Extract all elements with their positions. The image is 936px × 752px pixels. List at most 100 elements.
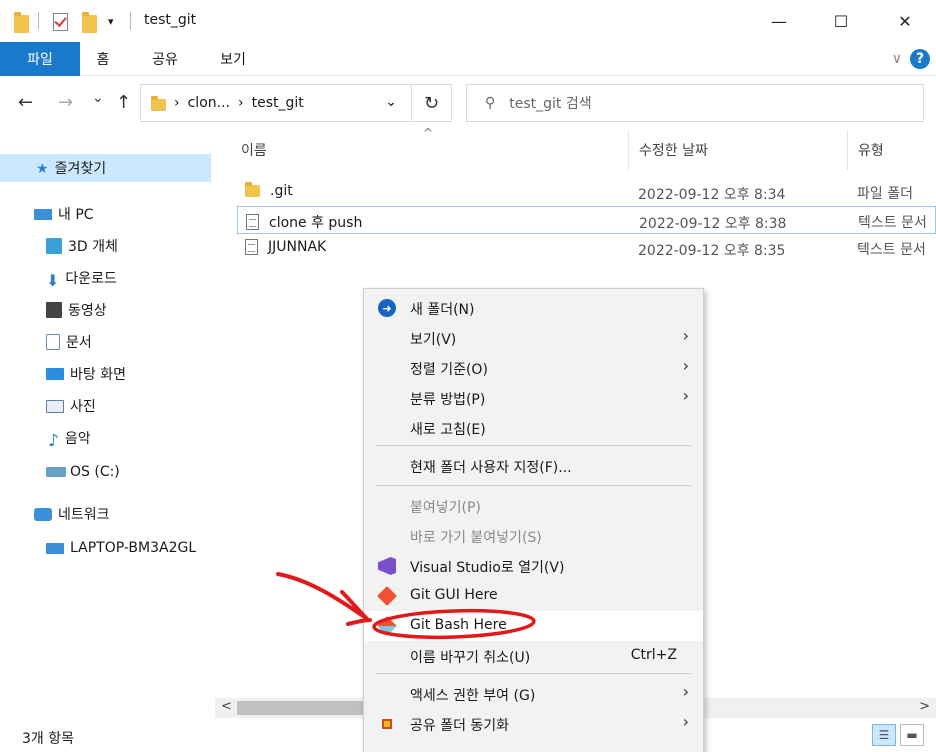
- refresh-button[interactable]: ↻: [412, 84, 452, 122]
- recent-locations-icon[interactable]: ⌄: [92, 90, 104, 106]
- sidebar-item-3d-objects[interactable]: 3D 개체: [0, 232, 215, 260]
- menu-item-new-folder[interactable]: ➜ 새 폴더(N): [364, 293, 703, 323]
- sidebar-item-music[interactable]: ♪ 음악: [0, 424, 215, 452]
- sidebar-item-this-pc[interactable]: 내 PC: [0, 200, 215, 228]
- desktop-icon: [46, 368, 64, 380]
- search-box[interactable]: ⚲ test_git 검색: [466, 84, 924, 122]
- column-divider[interactable]: [847, 130, 848, 170]
- sidebar-item-os-drive[interactable]: OS (C:): [0, 458, 215, 486]
- minimize-button[interactable]: —: [748, 0, 810, 42]
- sidebar-item-label: 동영상: [68, 303, 107, 319]
- sidebar-item-label: 내 PC: [58, 207, 94, 223]
- breadcrumb-separator: ›: [238, 95, 244, 111]
- submenu-arrow-icon: ›: [682, 712, 689, 731]
- maximize-button[interactable]: ☐: [810, 0, 872, 42]
- menu-item-group-by[interactable]: 분류 방법(P) ›: [364, 383, 703, 413]
- sync-folder-icon: [382, 719, 392, 729]
- menu-item-open-visual-studio[interactable]: Visual Studio로 열기(V): [364, 551, 703, 581]
- document-icon: [46, 334, 60, 350]
- column-label: 유형: [858, 143, 884, 159]
- column-header-type[interactable]: 유형: [858, 130, 936, 170]
- scroll-left-icon[interactable]: <: [221, 699, 232, 714]
- refresh-icon: ↻: [423, 92, 440, 114]
- sidebar-item-label: LAPTOP-BM3A2GL: [70, 540, 197, 556]
- submenu-arrow-icon: ›: [682, 682, 689, 701]
- column-label: 이름: [241, 143, 267, 159]
- menu-item-view[interactable]: 보기(V) ›: [364, 323, 703, 353]
- sidebar-item-downloads[interactable]: ⬇ 다운로드: [0, 264, 215, 292]
- pictures-icon: [46, 399, 64, 413]
- navigation-pane: ★ 즐겨찾기 내 PC 3D 개체 ⬇ 다운로드 동영상 문서 바탕 화면 사진…: [0, 130, 215, 720]
- menu-item-undo-rename[interactable]: 이름 바꾸기 취소(U) Ctrl+Z: [364, 641, 703, 671]
- properties-icon[interactable]: [53, 13, 68, 31]
- context-menu: ➜ 새 폴더(N) 보기(V) › 정렬 기준(O) › 분류 방법(P) › …: [363, 288, 704, 752]
- menu-item-label: 바로 가기 붙여넣기(S): [410, 530, 542, 546]
- up-button[interactable]: ↑: [116, 92, 131, 113]
- breadcrumb-item[interactable]: test_git: [252, 95, 304, 111]
- menu-item-label: Git GUI Here: [410, 587, 498, 603]
- menu-item-git-bash[interactable]: Git Bash Here: [364, 611, 703, 641]
- computer-icon: [46, 542, 64, 554]
- address-bar[interactable]: › clon... › test_git ⌄: [140, 84, 412, 122]
- scroll-right-icon[interactable]: >: [919, 699, 930, 714]
- menu-item-give-access[interactable]: 액세스 권한 부여 (G) ›: [364, 679, 703, 709]
- file-row-jjunnak[interactable]: JJUNNAK 2022-09-12 오후 8:35 텍스트 문서: [237, 234, 936, 262]
- sidebar-item-label: 3D 개체: [68, 239, 118, 255]
- search-placeholder: test_git 검색: [509, 96, 592, 112]
- sidebar-item-network[interactable]: 네트워크: [0, 500, 215, 528]
- quick-access-dropdown-icon[interactable]: ▾: [108, 12, 114, 30]
- close-button[interactable]: ✕: [874, 0, 936, 42]
- column-divider[interactable]: [628, 130, 629, 170]
- large-icons-view-icon[interactable]: ▬: [900, 724, 924, 746]
- tab-home[interactable]: 홈: [84, 42, 122, 76]
- file-name: JJUNNAK: [268, 239, 327, 255]
- menu-item-sync-shared-folder[interactable]: 공유 폴더 동기화 ›: [364, 709, 703, 739]
- window-title: test_git: [144, 12, 197, 28]
- sidebar-item-desktop[interactable]: 바탕 화면: [0, 360, 215, 388]
- sidebar-item-favorites[interactable]: ★ 즐겨찾기: [0, 154, 211, 182]
- menu-item-paste: 붙여넣기(P): [364, 491, 703, 521]
- tab-view[interactable]: 보기: [206, 42, 260, 76]
- menu-item-sort-by[interactable]: 정렬 기준(O) ›: [364, 353, 703, 383]
- menu-item-label: 이름 바꾸기 취소(U): [410, 650, 531, 666]
- network-icon: [34, 507, 52, 521]
- search-icon: ⚲: [485, 95, 496, 111]
- visual-studio-icon: [378, 557, 396, 575]
- forward-button[interactable]: →: [58, 92, 73, 113]
- details-view-icon[interactable]: ☰: [872, 724, 896, 746]
- file-row-clone-push[interactable]: clone 후 push 2022-09-12 오후 8:38 텍스트 문서: [237, 206, 936, 234]
- sidebar-item-label: 네트워크: [58, 507, 110, 523]
- sidebar-item-pictures[interactable]: 사진: [0, 392, 215, 420]
- music-icon: ♪: [48, 431, 59, 451]
- tab-share[interactable]: 공유: [140, 42, 190, 76]
- menu-item-customize-folder[interactable]: 현재 폴더 사용자 지정(F)...: [364, 451, 703, 481]
- new-folder-quick-icon[interactable]: [82, 12, 97, 33]
- menu-separator: [376, 445, 691, 446]
- text-file-icon: [246, 214, 259, 230]
- menu-item-label: 보기(V): [410, 332, 457, 348]
- tab-file[interactable]: 파일: [0, 42, 80, 76]
- menu-item-git-gui[interactable]: Git GUI Here: [364, 581, 703, 611]
- address-dropdown-icon[interactable]: ⌄: [385, 94, 397, 110]
- submenu-arrow-icon: ›: [682, 356, 689, 375]
- sidebar-item-label: 다운로드: [65, 271, 117, 287]
- help-icon[interactable]: ?: [910, 49, 930, 69]
- item-count: 3개 항목: [22, 731, 74, 747]
- back-button[interactable]: ←: [18, 92, 33, 113]
- column-header-name[interactable]: 이름: [241, 130, 631, 170]
- menu-item-label: Visual Studio로 열기(V): [410, 560, 565, 576]
- menu-item-label: 정렬 기준(O): [410, 362, 488, 378]
- sidebar-item-videos[interactable]: 동영상: [0, 296, 215, 324]
- star-icon: ★: [36, 161, 49, 177]
- sidebar-item-laptop[interactable]: LAPTOP-BM3A2GL: [0, 534, 215, 562]
- new-folder-icon: ➜: [378, 299, 396, 317]
- git-gui-icon: [377, 586, 397, 606]
- column-header-date[interactable]: 수정한 날짜: [639, 130, 847, 170]
- menu-item-label: Git Bash Here: [410, 617, 507, 633]
- menu-item-refresh[interactable]: 새로 고침(E): [364, 413, 703, 443]
- expand-ribbon-icon[interactable]: ∨: [892, 51, 902, 67]
- file-row-git[interactable]: .git 2022-09-12 오후 8:34 파일 폴더: [237, 178, 936, 206]
- menu-separator: [376, 485, 691, 486]
- sidebar-item-documents[interactable]: 문서: [0, 328, 215, 356]
- breadcrumb-item[interactable]: clon...: [188, 95, 230, 111]
